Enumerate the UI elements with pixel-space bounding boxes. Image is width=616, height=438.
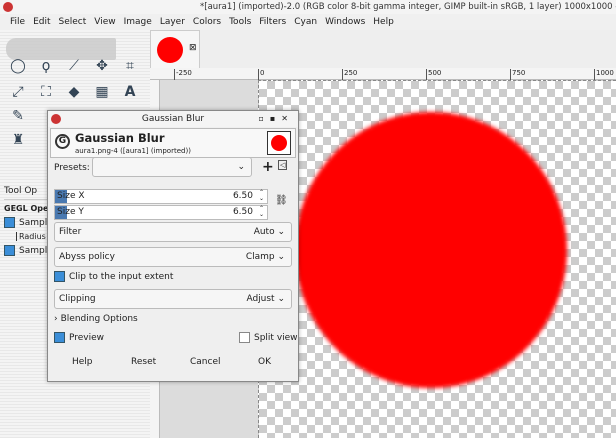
dialog-titlebar[interactable]: Gaussian Blur ▫▪✕ <box>48 111 298 127</box>
abyss-label: Abyss policy <box>59 252 115 262</box>
title-bar: *[aura1] (imported)-2.0 (RGB color 8-bit… <box>0 0 616 14</box>
menu-file[interactable]: File <box>6 14 29 30</box>
close-tab-icon[interactable]: ⊠ <box>189 43 197 53</box>
window-title: *[aura1] (imported)-2.0 (RGB color 8-bit… <box>200 2 616 12</box>
size-x-value: 6.50 <box>232 191 253 201</box>
ruler-tick: -250 <box>174 69 192 80</box>
reset-button[interactable]: Reset <box>131 357 156 367</box>
dialog-subtitle: aura1.png-4 ([aura1] (imported)) <box>75 147 191 155</box>
ok-button[interactable]: OK <box>258 357 271 367</box>
text-tool-icon[interactable]: A <box>120 82 140 102</box>
menu-windows[interactable]: Windows <box>321 14 369 30</box>
spin-arrows-icon[interactable]: ⌃ ⌄ <box>259 206 264 218</box>
presets-label: Presets: <box>54 163 90 173</box>
color-picker-icon[interactable]: ✎ <box>8 106 28 126</box>
presets-row: Presets: ⌄ + ◁ <box>54 157 288 177</box>
menu-bar: File Edit Select View Image Layer Colors… <box>0 14 616 30</box>
checkbox-icon <box>239 332 250 343</box>
ruler-tick: 0 <box>258 69 264 80</box>
cancel-button[interactable]: Cancel <box>190 357 221 367</box>
ellipse-select-icon[interactable]: ◯ <box>8 56 28 76</box>
add-preset-icon[interactable]: + <box>262 159 274 175</box>
menu-colors[interactable]: Colors <box>189 14 225 30</box>
fuzzy-select-icon[interactable]: ⟋ <box>64 56 84 76</box>
blending-label: Blending Options <box>60 314 138 324</box>
menu-cyan[interactable]: Cyan <box>290 14 321 30</box>
abyss-value: Clamp <box>245 252 275 262</box>
clip-extent-checkbox[interactable]: Clip to the input extent <box>54 271 173 282</box>
clipping-value: Adjust <box>246 294 275 304</box>
menu-select[interactable]: Select <box>55 14 91 30</box>
preview-checkbox[interactable]: Preview <box>54 332 104 343</box>
filter-label: Filter <box>59 227 82 237</box>
clipping-dropdown[interactable]: Clipping Adjust ⌄ <box>54 289 292 309</box>
checkbox-icon <box>4 217 15 228</box>
size-y-label: Size Y <box>57 207 84 217</box>
blending-options-expander[interactable]: › Blending Options <box>54 314 138 324</box>
transform-icon[interactable]: ⤢ <box>8 82 28 102</box>
preset-menu-icon[interactable]: ◁ <box>278 160 288 170</box>
clip-label: Clip to the input extent <box>69 271 174 282</box>
spin-arrows-icon[interactable]: ⌃ ⌄ <box>259 190 264 202</box>
chevron-right-icon: › <box>54 314 58 324</box>
sample-label: Sampl <box>19 217 48 228</box>
image-thumbnail <box>157 37 183 63</box>
window-controls[interactable]: ▫▪✕ <box>258 111 294 127</box>
paint-icon[interactable]: ◆ <box>64 82 84 102</box>
ruler-tick: 250 <box>342 69 357 80</box>
gaussian-blur-dialog: Gaussian Blur ▫▪✕ G Gaussian Blur aura1.… <box>47 110 299 382</box>
menu-view[interactable]: View <box>90 14 119 30</box>
dialog-title: Gaussian Blur <box>141 114 205 124</box>
gimp-icon <box>51 114 61 124</box>
abyss-policy-dropdown[interactable]: Abyss policy Clamp ⌄ <box>54 247 292 267</box>
checkbox-icon <box>4 245 15 256</box>
move-icon[interactable]: ✥ <box>92 56 112 76</box>
preview-label: Preview <box>69 332 105 343</box>
split-view-checkbox[interactable]: Split view <box>239 332 298 343</box>
menu-filters[interactable]: Filters <box>255 14 290 30</box>
horizontal-ruler: -250 0 250 500 750 1000 <box>150 68 616 80</box>
ruler-tick: 1000 <box>594 69 614 80</box>
menu-image[interactable]: Image <box>120 14 156 30</box>
sample-label: Sampl <box>19 245 48 256</box>
menu-help[interactable]: Help <box>369 14 398 30</box>
filter-value: Auto <box>253 227 275 237</box>
split-label: Split view <box>254 332 298 343</box>
lasso-icon[interactable]: ϙ <box>36 56 56 76</box>
gegl-icon: G <box>55 134 70 149</box>
ruler-tick: 750 <box>510 69 525 80</box>
gradient-icon[interactable]: ▦ <box>92 82 112 102</box>
stamp-icon[interactable]: ♜ <box>8 130 28 150</box>
image-tab[interactable]: ⊠ <box>150 30 200 70</box>
chain-link-icon[interactable]: ⛓ <box>275 195 288 206</box>
crop-icon[interactable]: ⌗ <box>120 56 140 76</box>
clipping-label: Clipping <box>59 294 96 304</box>
menu-tools[interactable]: Tools <box>225 14 255 30</box>
dialog-heading: Gaussian Blur <box>75 131 165 145</box>
size-y-spinner[interactable]: Size Y 6.50 ⌃ ⌄ <box>54 205 268 220</box>
checkbox-icon <box>54 271 65 282</box>
red-circle <box>295 112 567 388</box>
ruler-tick: 500 <box>426 69 441 80</box>
presets-dropdown[interactable]: ⌄ <box>92 157 252 177</box>
menu-layer[interactable]: Layer <box>156 14 189 30</box>
dialog-header: G Gaussian Blur aura1.png-4 ([aura1] (im… <box>50 128 296 158</box>
warp-icon[interactable]: ⛶ <box>36 82 56 102</box>
size-y-value: 6.50 <box>232 207 253 217</box>
menu-edit[interactable]: Edit <box>29 14 54 30</box>
size-x-spinner[interactable]: Size X 6.50 ⌃ ⌄ <box>54 189 268 204</box>
help-button[interactable]: Help <box>72 357 93 367</box>
gimp-logo-icon <box>3 2 13 12</box>
checkbox-icon <box>54 332 65 343</box>
size-x-label: Size X <box>57 191 85 201</box>
layer-thumbnail <box>267 131 291 155</box>
filter-dropdown[interactable]: Filter Auto ⌄ <box>54 222 292 242</box>
